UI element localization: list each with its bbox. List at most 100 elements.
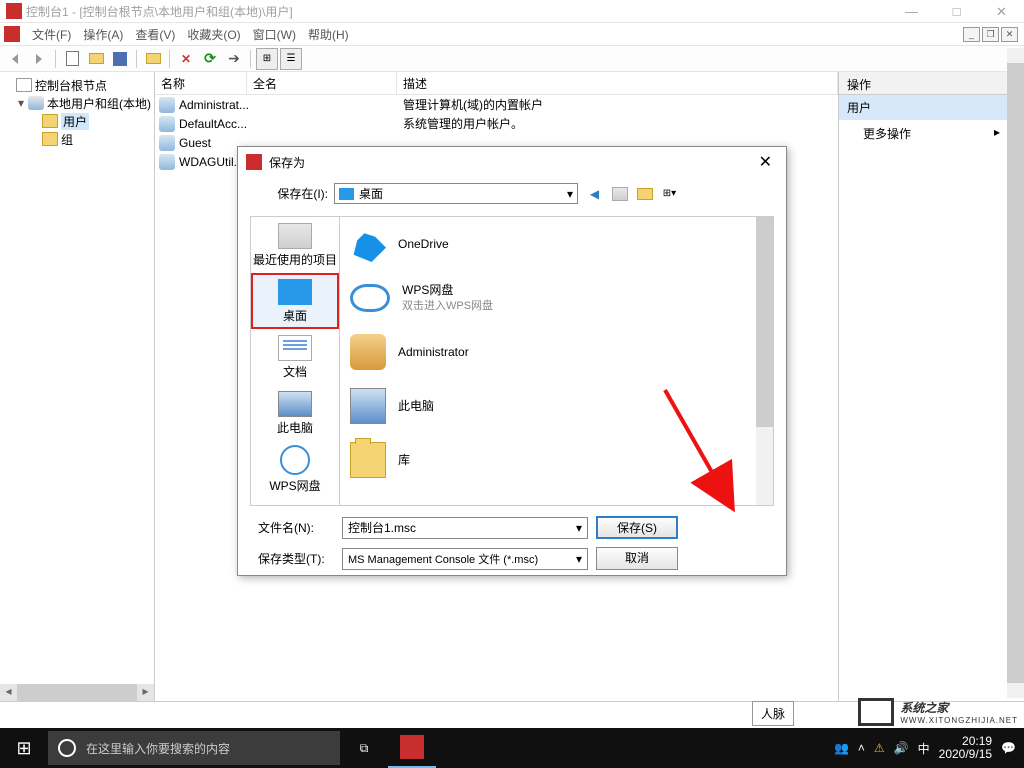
taskbar-app[interactable]	[388, 728, 436, 768]
tree-users[interactable]: 用户	[2, 112, 152, 130]
window-scrollbar[interactable]	[1007, 48, 1024, 698]
start-button[interactable]: ⊞	[0, 728, 48, 768]
pc-icon	[278, 391, 312, 417]
savein-dropdown[interactable]: 桌面▾	[334, 183, 578, 204]
onedrive-icon	[350, 226, 386, 262]
side-wps[interactable]: WPS网盘	[251, 441, 339, 497]
security-icon[interactable]: ⚠	[874, 741, 885, 755]
app-icon	[6, 3, 22, 19]
save-confirm-button[interactable]: 保存(S)	[596, 516, 678, 539]
col-name[interactable]: 名称	[155, 72, 247, 94]
title-bar: 控制台1 - [控制台根节点\本地用户和组(本地)\用户] — □ ✕	[0, 0, 1024, 23]
new-folder-button[interactable]	[634, 183, 655, 204]
watermark: 系统之家WWW.XITONGZHIJIA.NET	[858, 698, 1018, 726]
people-tooltip: 人脉	[752, 701, 794, 726]
taskbar: ⊞ 在这里输入你要搜索的内容 ⧉ 👥 ˄ ⚠ 🔊 中 20:192020/9/1…	[0, 728, 1024, 768]
list-item[interactable]: DefaultAcc...系统管理的用户帐户。	[155, 114, 838, 133]
filename-label: 文件名(N):	[250, 519, 334, 536]
tree-scrollbar[interactable]: ◂▸	[0, 684, 154, 701]
dialog-sidebar: 最近使用的项目 桌面 文档 此电脑 WPS网盘	[250, 216, 340, 506]
tree-root[interactable]: 控制台根节点	[2, 76, 152, 94]
export-button[interactable]: ➔	[223, 48, 245, 70]
menu-bar: 文件(F) 操作(A) 查看(V) 收藏夹(O) 窗口(W) 帮助(H) _ ❐…	[0, 23, 1024, 45]
properties-button[interactable]: ⊞	[256, 48, 278, 70]
close-button[interactable]: ✕	[979, 0, 1024, 23]
notification-icon[interactable]: 💬	[1001, 741, 1016, 755]
delete-button[interactable]: ✕	[175, 48, 197, 70]
menu-file[interactable]: 文件(F)	[26, 24, 77, 45]
mdi-close[interactable]: ✕	[1001, 27, 1018, 42]
file-list: OneDrive WPS网盘双击进入WPS网盘 Administrator 此电…	[340, 216, 774, 506]
side-recent[interactable]: 最近使用的项目	[251, 217, 339, 273]
menu-favorites[interactable]: 收藏夹(O)	[181, 24, 246, 45]
toolbar-separator	[250, 50, 251, 68]
dialog-close-button[interactable]: ✕	[753, 152, 778, 172]
clock[interactable]: 20:192020/9/15	[939, 735, 992, 761]
back-nav-button[interactable]: ◀	[584, 183, 605, 204]
menu-app-icon	[4, 26, 20, 42]
view-menu-button[interactable]: ⊞▾	[659, 183, 680, 204]
actions-subheader[interactable]: 用户▴	[839, 95, 1024, 120]
dialog-titlebar: 保存为 ✕	[238, 147, 786, 177]
people-button[interactable]: 👥	[834, 741, 849, 755]
menu-help[interactable]: 帮助(H)	[302, 24, 355, 45]
up-button[interactable]	[142, 48, 164, 70]
recent-icon	[278, 223, 312, 249]
pc-icon	[350, 388, 386, 424]
side-documents[interactable]: 文档	[251, 329, 339, 385]
open-button[interactable]	[85, 48, 107, 70]
actions-pane: 操作 用户▴ 更多操作▸	[839, 72, 1024, 701]
save-dialog: 保存为 ✕ 保存在(I): 桌面▾ ◀ ⊞▾ 最近使用的项目 桌面 文档 此电脑…	[237, 146, 787, 576]
cancel-button[interactable]: 取消	[596, 547, 678, 570]
savein-label: 保存在(I):	[250, 185, 328, 202]
tree-pane: 控制台根节点 ▾本地用户和组(本地) 用户 组 ◂▸	[0, 72, 155, 701]
tray-up-icon[interactable]: ˄	[858, 741, 865, 755]
mdi-restore[interactable]: ❐	[982, 27, 999, 42]
side-desktop[interactable]: 桌面	[251, 273, 339, 329]
cloud-icon	[350, 284, 390, 312]
volume-icon[interactable]: 🔊	[894, 741, 909, 755]
file-item[interactable]: 此电脑	[340, 379, 773, 433]
maximize-button[interactable]: □	[934, 0, 979, 23]
file-item[interactable]: 库	[340, 433, 773, 487]
col-fullname[interactable]: 全名	[247, 72, 397, 94]
user-icon	[159, 116, 175, 132]
side-pc[interactable]: 此电脑	[251, 385, 339, 441]
back-button[interactable]	[4, 48, 26, 70]
user-icon	[159, 154, 175, 170]
filetype-label: 保存类型(T):	[250, 550, 334, 567]
menu-window[interactable]: 窗口(W)	[247, 24, 302, 45]
dialog-title: 保存为	[269, 154, 305, 171]
file-item[interactable]: OneDrive	[340, 217, 773, 271]
tree-group[interactable]: ▾本地用户和组(本地)	[2, 94, 152, 112]
window-title: 控制台1 - [控制台根节点\本地用户和组(本地)\用户]	[26, 3, 293, 20]
desktop-icon	[278, 279, 312, 305]
search-box[interactable]: 在这里输入你要搜索的内容	[48, 731, 340, 765]
toolbar: ✕ ⟳ ➔ ⊞ ☰	[0, 45, 1024, 72]
minimize-button[interactable]: —	[889, 0, 934, 23]
tree-groups[interactable]: 组	[2, 130, 152, 148]
actions-more[interactable]: 更多操作▸	[839, 120, 1024, 147]
forward-button[interactable]	[28, 48, 50, 70]
col-desc[interactable]: 描述	[397, 72, 838, 94]
ime-icon[interactable]: 中	[918, 740, 930, 757]
file-item[interactable]: Administrator	[340, 325, 773, 379]
up-nav-button[interactable]	[609, 183, 630, 204]
mdi-minimize[interactable]: _	[963, 27, 980, 42]
search-icon	[58, 739, 76, 757]
menu-action[interactable]: 操作(A)	[77, 24, 129, 45]
file-scrollbar[interactable]	[756, 217, 773, 505]
list-item[interactable]: Administrat...管理计算机(域)的内置帐户	[155, 95, 838, 114]
new-button[interactable]	[61, 48, 83, 70]
filename-input[interactable]: 控制台1.msc▾	[342, 517, 588, 539]
refresh-button[interactable]: ⟳	[199, 48, 221, 70]
filetype-dropdown[interactable]: MS Management Console 文件 (*.msc)▾	[342, 548, 588, 570]
actions-header: 操作	[839, 72, 1024, 95]
menu-view[interactable]: 查看(V)	[129, 24, 181, 45]
task-view-button[interactable]: ⧉	[340, 728, 388, 768]
library-icon	[350, 442, 386, 478]
user-folder-icon	[350, 334, 386, 370]
list-view-button[interactable]: ☰	[280, 48, 302, 70]
save-button[interactable]	[109, 48, 131, 70]
file-item[interactable]: WPS网盘双击进入WPS网盘	[340, 271, 773, 325]
